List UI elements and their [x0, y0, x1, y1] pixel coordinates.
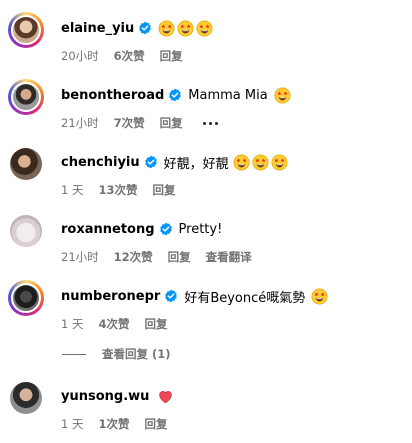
emoji-row: [309, 288, 328, 305]
reply-button[interactable]: 回复: [145, 416, 168, 432]
star-struck-icon: [233, 154, 250, 171]
comment-time: 21小时: [61, 116, 99, 130]
comment-text: Pretty!: [178, 221, 223, 237]
heart-icon: [157, 388, 174, 405]
reply-button[interactable]: 回复: [160, 48, 183, 64]
reply-button[interactable]: 回复: [168, 249, 191, 265]
star-struck-icon: [177, 20, 194, 37]
comment-elaine-yiu: elaine_yiu 20小时 6次赞 回复: [8, 12, 404, 68]
avatar[interactable]: [10, 148, 42, 180]
view-replies-label[interactable]: 查看回复 (1): [102, 346, 171, 362]
avatar[interactable]: [10, 382, 42, 414]
verified-badge-icon: [168, 88, 182, 102]
like-count[interactable]: 6次赞: [114, 48, 145, 64]
divider: [62, 353, 86, 355]
reply-button[interactable]: 回复: [153, 182, 176, 198]
comment-chenchiyiu: chenchiyiu 好靚，好靚 1 天 13次赞 回复: [8, 146, 404, 202]
star-struck-icon: [252, 154, 269, 171]
comment-yunsong-wu: yunsong.wu 1 天 1次赞 回复: [8, 380, 404, 436]
more-options-icon[interactable]: [202, 121, 218, 125]
comment-benontheroad: benontheroad Mamma Mia 21小时 7次赞 回复: [8, 79, 404, 135]
comment-time: 1 天: [61, 183, 84, 197]
verified-badge-icon: [144, 155, 158, 169]
avatar[interactable]: [10, 215, 42, 247]
comment-text: 好有Beyoncé嘅氣勢: [184, 290, 306, 306]
emoji-row: [155, 388, 174, 405]
star-struck-icon: [274, 87, 291, 104]
like-count[interactable]: 4次赞: [98, 316, 129, 332]
reply-button[interactable]: 回复: [160, 115, 183, 131]
emoji-row: [231, 154, 288, 171]
view-replies-button[interactable]: 查看回复 (1): [62, 346, 171, 362]
like-count[interactable]: 12次赞: [114, 249, 153, 265]
avatar[interactable]: [11, 82, 41, 112]
avatar[interactable]: [11, 283, 41, 313]
star-struck-icon: [271, 154, 288, 171]
avatar-container[interactable]: [8, 380, 44, 416]
star-struck-icon: [196, 20, 213, 37]
like-count[interactable]: 1次赞: [98, 416, 129, 432]
username[interactable]: chenchiyiu: [61, 155, 140, 170]
comment-time: 20小时: [61, 49, 99, 63]
comment-text: Mamma Mia: [188, 87, 268, 103]
avatar[interactable]: [11, 15, 41, 45]
username[interactable]: numberonepr: [61, 289, 160, 304]
emoji-row: [156, 20, 213, 37]
comment-text: 好靚，好靚: [163, 156, 229, 172]
comment-time: 1 天: [61, 417, 84, 431]
username[interactable]: elaine_yiu: [61, 21, 134, 36]
story-ring[interactable]: [8, 12, 44, 48]
emoji-row: [272, 87, 291, 104]
verified-badge-icon: [164, 289, 178, 303]
comment-numberonepr: numberonepr 好有Beyoncé嘅氣勢 1 天 4次赞 回复: [8, 280, 404, 336]
avatar-container[interactable]: [8, 213, 44, 249]
story-ring[interactable]: [8, 79, 44, 115]
verified-badge-icon: [138, 21, 152, 35]
star-struck-icon: [311, 288, 328, 305]
see-translation-button[interactable]: 查看翻译: [206, 249, 252, 265]
like-count[interactable]: 7次赞: [114, 115, 145, 131]
avatar-container[interactable]: [8, 146, 44, 182]
comment-roxannetong: roxannetong Pretty! 21小时 12次赞 回复 查看翻译: [8, 213, 404, 269]
username[interactable]: yunsong.wu: [61, 389, 149, 404]
star-struck-icon: [158, 20, 175, 37]
verified-badge-icon: [159, 222, 173, 236]
username[interactable]: roxannetong: [61, 222, 155, 237]
username[interactable]: benontheroad: [61, 88, 164, 103]
comment-time: 1 天: [61, 317, 84, 331]
like-count[interactable]: 13次赞: [98, 182, 137, 198]
reply-button[interactable]: 回复: [145, 316, 168, 332]
comment-time: 21小时: [61, 250, 99, 264]
story-ring[interactable]: [8, 280, 44, 316]
